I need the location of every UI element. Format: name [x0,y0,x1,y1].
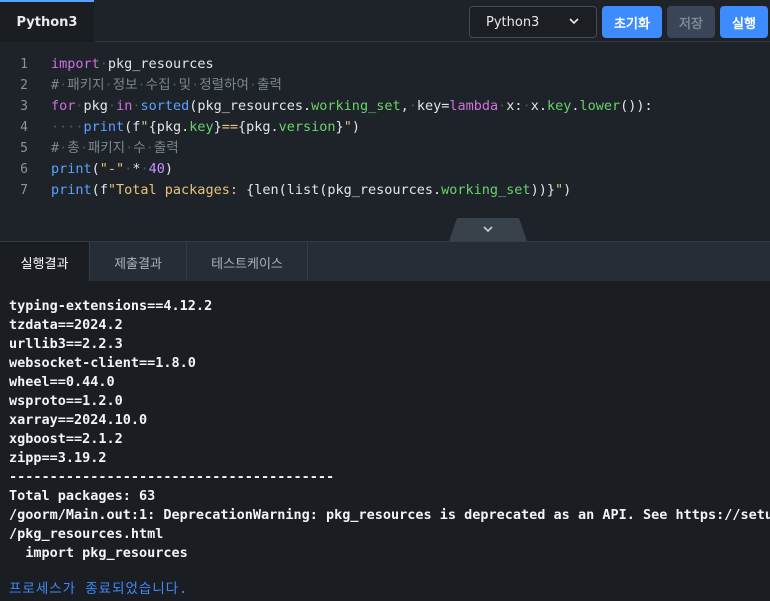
output-line: wheel==0.44.0 [9,374,115,390]
output-line: wsproto==1.2.0 [9,393,123,409]
line-number: 3 [20,99,28,114]
output-line: xarray==2024.10.0 [9,412,148,428]
code-line: ····print(f"{pkg.key}=={pkg.version}") [51,119,360,135]
output-line: /goorm/Main.out:1: DeprecationWarning: p… [9,507,770,523]
line-number: 7 [20,183,28,198]
output-line: Total packages: 63 [9,488,156,504]
tab-submit-result[interactable]: 제출결과 [90,242,187,282]
output-spacer [9,563,770,580]
output-line: ---------------------------------------- [9,469,335,485]
line-number: 4 [20,120,28,135]
line-number: 1 [20,57,28,72]
line-number: 6 [20,162,28,177]
code-line: #·패키지·정보·수집·및·정렬하여·출력 [51,77,282,93]
output-console[interactable]: typing-extensions==4.12.2 tzdata==2024.2… [0,281,770,601]
output-line: urllib3==2.2.3 [9,336,123,352]
chevron-down-icon [569,18,579,25]
file-tab-python3[interactable]: Python3 [0,0,94,42]
output-line: websocket-client==1.8.0 [9,355,196,371]
save-button[interactable]: 저장 [667,6,715,38]
language-select[interactable]: Python3 [469,6,597,38]
line-number: 2 [20,78,28,93]
output-line: tzdata==2024.2 [9,317,123,333]
output-line: xgboost==2.1.2 [9,431,123,447]
code-line: for·pkg·in·sorted(pkg_resources.working_… [51,98,653,114]
code-content[interactable]: import·pkg_resources #·패키지·정보·수집·및·정렬하여·… [51,54,653,201]
result-tabbar: 실행결과 제출결과 테스트케이스 [0,241,770,282]
line-number-gutter: 1 2 3 4 5 6 7 [0,54,38,201]
code-line: #·총·패키지·수·출력 [51,140,179,156]
top-toolbar: Python3 Python3 초기화 저장 실행 [0,0,770,42]
chevron-down-icon [483,226,493,233]
line-number: 5 [20,141,28,156]
tab-test-cases[interactable]: 테스트케이스 [187,242,308,282]
code-editor[interactable]: 1 2 3 4 5 6 7 import·pkg_resources #·패키지… [0,42,770,240]
language-select-value: Python3 [486,14,540,30]
output-line: typing-extensions==4.12.2 [9,298,213,314]
code-line: print("-"·*·40) [51,161,173,177]
output-line: import pkg_resources [9,545,188,561]
output-line: /pkg_resources.html [9,526,164,542]
run-button[interactable]: 실행 [720,6,768,38]
collapse-editor-toggle[interactable] [449,218,527,241]
tab-run-result[interactable]: 실행결과 [0,242,90,282]
process-status: 프로세스가 종료되었습니다. [9,581,189,597]
code-line: print(f"Total packages: {len(list(pkg_re… [51,182,572,198]
code-line: import·pkg_resources [51,56,214,72]
output-line: zipp==3.19.2 [9,450,107,466]
reset-button[interactable]: 초기화 [602,6,662,38]
